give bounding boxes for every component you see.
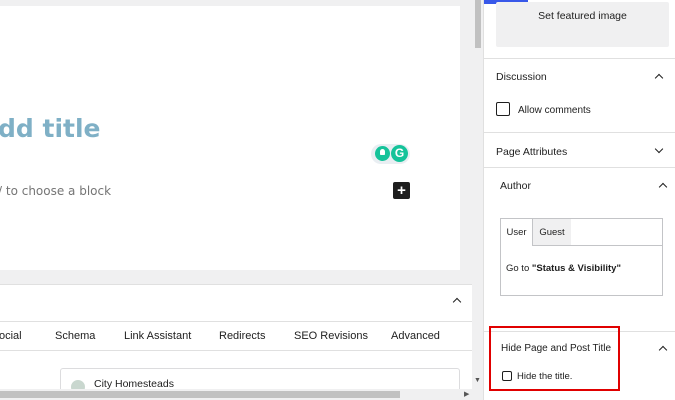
chevron-up-icon[interactable] (658, 182, 668, 192)
scrollbar-thumb[interactable] (0, 391, 400, 398)
scroll-down-arrow-icon[interactable]: ▼ (474, 377, 481, 384)
page-attributes-panel[interactable]: Page Attributes (484, 132, 675, 167)
scroll-right-arrow-icon[interactable]: ▶ (464, 390, 469, 398)
tab-guest[interactable]: Guest (533, 219, 571, 246)
page-attributes-title[interactable]: Page Attributes (496, 146, 567, 158)
vertical-scrollbar[interactable]: ▼ (472, 0, 483, 400)
goto-prefix: Go to (506, 263, 532, 274)
chevron-up-icon[interactable] (658, 345, 668, 355)
set-featured-image-label: Set featured image (538, 10, 627, 22)
highlight-box (489, 326, 620, 391)
chevron-down-icon[interactable] (654, 144, 664, 154)
allow-comments-checkbox[interactable] (496, 102, 510, 116)
chevron-up-icon[interactable] (654, 73, 664, 83)
grammarly-icon[interactable]: G (391, 145, 408, 162)
tab-social[interactable]: ocial (0, 330, 22, 342)
tab-seo-revisions[interactable]: SEO Revisions (294, 330, 368, 342)
set-featured-image-button[interactable]: Set featured image (496, 2, 669, 47)
author-tabs: User Guest (501, 219, 662, 246)
allow-comments-label: Allow comments (518, 105, 591, 116)
discussion-title[interactable]: Discussion (496, 71, 547, 83)
tab-schema[interactable]: Schema (55, 330, 95, 342)
discussion-panel: Discussion Allow comments (484, 58, 675, 132)
tab-user[interactable]: User (501, 219, 533, 246)
author-help-text: Go to "Status & Visibility" (506, 263, 621, 274)
author-selector: User Guest Go to "Status & Visibility" (500, 218, 663, 296)
seo-tabs: ocial Schema Link Assistant Redirects SE… (0, 321, 472, 351)
seo-panel: ocial Schema Link Assistant Redirects SE… (0, 284, 472, 400)
tab-advanced[interactable]: Advanced (391, 330, 440, 342)
collapse-chevron-icon[interactable] (452, 297, 462, 307)
horizontal-scrollbar[interactable]: ▶ (0, 389, 472, 400)
tab-divider (571, 245, 662, 246)
grammarly-widget[interactable]: G (371, 144, 410, 164)
block-placeholder[interactable]: / to choose a block (0, 184, 111, 198)
editor-canvas: dd title / to choose a block G + ocial S… (0, 0, 472, 400)
goto-target: "Status & Visibility" (531, 263, 621, 274)
add-block-button[interactable]: + (393, 182, 410, 199)
post-title-placeholder[interactable]: dd title (0, 114, 101, 143)
tab-link-assistant[interactable]: Link Assistant (124, 330, 191, 342)
tab-redirects[interactable]: Redirects (219, 330, 265, 342)
scrollbar-thumb[interactable] (475, 0, 481, 48)
editor-page: dd title / to choose a block G + (0, 6, 460, 270)
lightbulb-icon[interactable] (375, 146, 390, 161)
author-title[interactable]: Author (500, 180, 531, 192)
